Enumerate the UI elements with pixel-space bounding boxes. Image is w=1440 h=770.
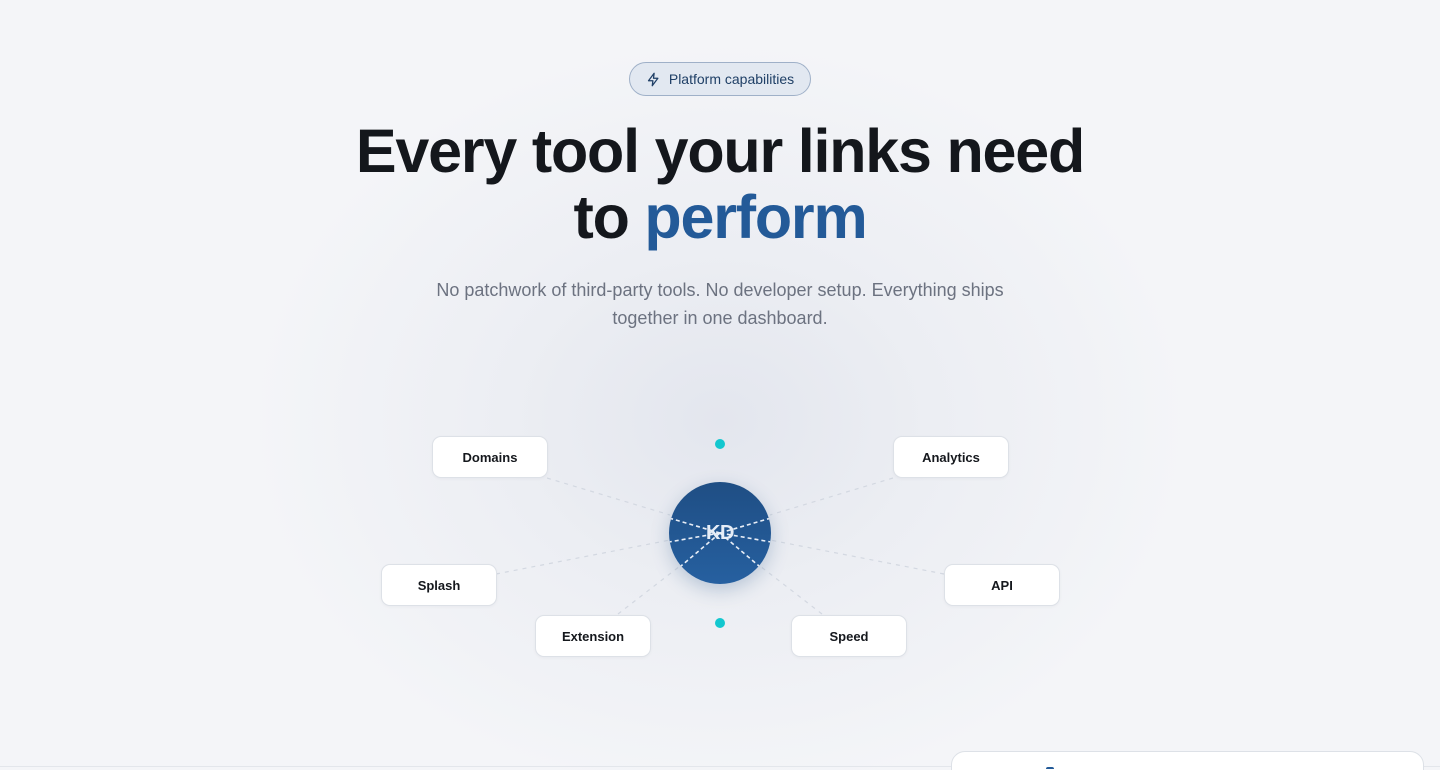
hub-label: KD (706, 521, 734, 544)
feature-domains[interactable]: Domains (432, 436, 548, 478)
connector-splash (495, 539, 671, 575)
feature-speed[interactable]: Speed (791, 615, 907, 657)
accent-dot-bottom (715, 618, 725, 628)
connector-analytics (769, 477, 894, 516)
connector-domains (546, 477, 671, 516)
connector-api (769, 539, 945, 575)
hub-logo: KD (669, 482, 771, 584)
feature-api[interactable]: API (944, 564, 1060, 606)
connector-lines (495, 477, 945, 615)
feature-splash[interactable]: Splash (381, 564, 497, 606)
feature-analytics[interactable]: Analytics (893, 436, 1009, 478)
page: Platform capabilities Every tool your li… (0, 0, 1440, 770)
next-section-card (951, 751, 1424, 770)
feature-extension[interactable]: Extension (535, 615, 651, 657)
accent-dot-top (715, 439, 725, 449)
